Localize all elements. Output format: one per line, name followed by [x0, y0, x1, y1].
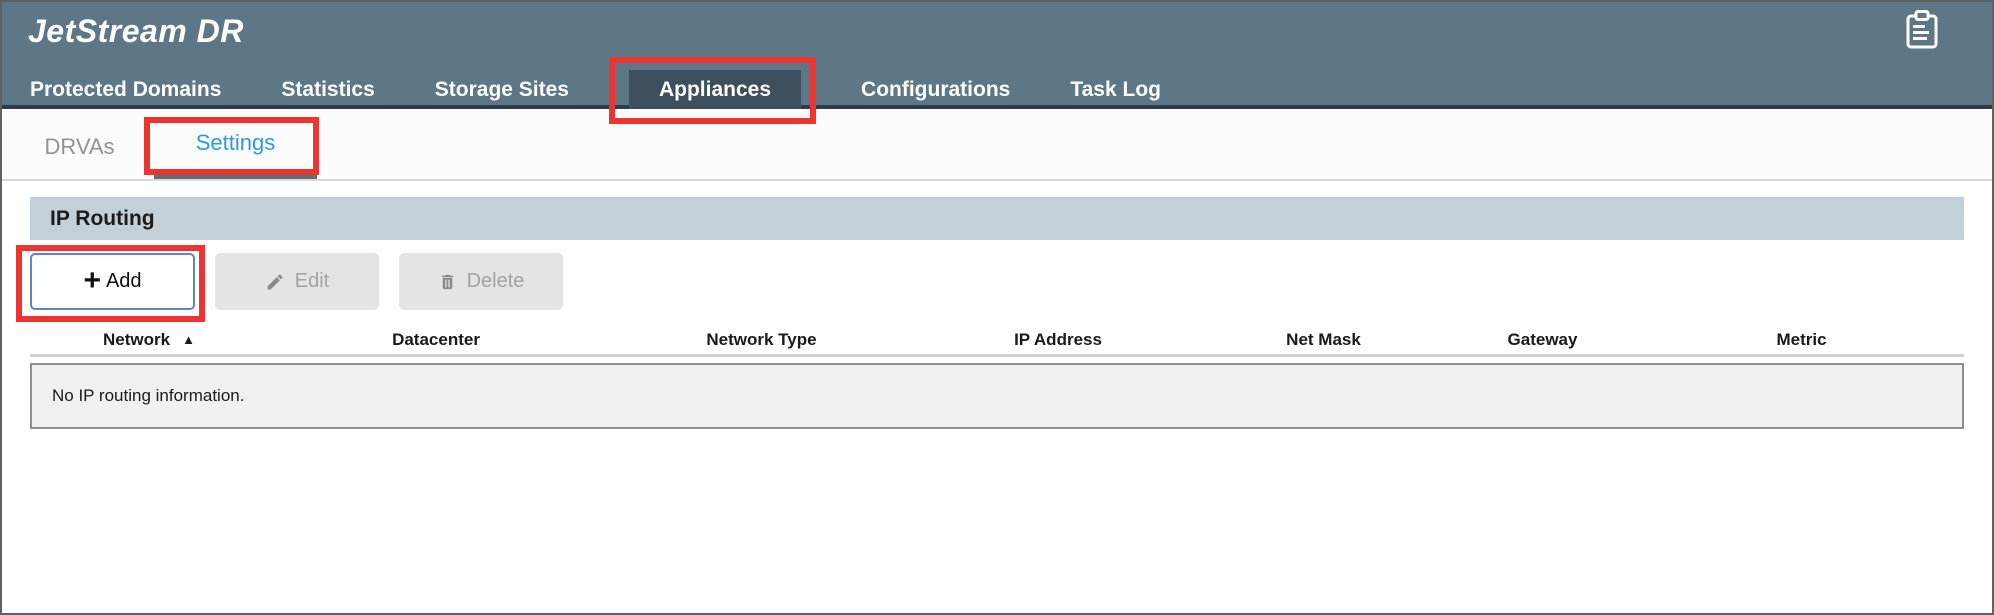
column-header-net-mask[interactable]: Net Mask	[1197, 330, 1450, 350]
app-window: JetStream DR Protected Domains Statistic…	[0, 0, 1994, 615]
content-area: IP Routing + Add Edit	[30, 197, 1964, 429]
add-button[interactable]: + Add	[30, 253, 195, 310]
section-header-ip-routing: IP Routing	[30, 197, 1964, 240]
section-title: IP Routing	[50, 207, 155, 230]
column-header-ip-address[interactable]: IP Address	[919, 330, 1197, 350]
column-header-datacenter[interactable]: Datacenter	[268, 330, 604, 350]
clipboard-icon[interactable]	[1904, 10, 1940, 50]
column-label: Metric	[1776, 330, 1826, 350]
column-label: Datacenter	[392, 330, 480, 350]
column-label: Net Mask	[1286, 330, 1361, 350]
sort-ascending-icon: ▲	[182, 332, 195, 347]
empty-state-message: No IP routing information.	[52, 386, 244, 406]
nav-label: Statistics	[281, 78, 374, 102]
column-label: Gateway	[1508, 330, 1578, 350]
app-header: JetStream DR Protected Domains Statistic…	[2, 2, 1992, 109]
subtab-bar: DRVAs Settings	[2, 109, 1992, 181]
main-nav: Protected Domains Statistics Storage Sit…	[2, 70, 1992, 109]
column-label: IP Address	[1014, 330, 1102, 350]
nav-item-task-log[interactable]: Task Log	[1070, 70, 1161, 109]
column-header-metric[interactable]: Metric	[1635, 330, 1968, 350]
nav-label: Storage Sites	[435, 78, 569, 102]
trash-icon	[438, 272, 457, 292]
add-button-label: Add	[106, 270, 142, 293]
pencil-icon	[265, 272, 285, 292]
plus-icon: +	[83, 266, 101, 296]
ip-routing-toolbar: + Add Edit	[30, 253, 1964, 310]
tab-drvas[interactable]: DRVAs	[22, 109, 137, 179]
tab-label: Settings	[196, 130, 276, 156]
nav-label: Protected Domains	[30, 78, 221, 102]
app-logo: JetStream DR	[28, 13, 244, 50]
nav-label: Task Log	[1070, 78, 1161, 102]
tab-settings[interactable]: Settings	[154, 109, 317, 179]
delete-button-label: Delete	[467, 270, 525, 293]
edit-button[interactable]: Edit	[215, 253, 379, 310]
column-header-gateway[interactable]: Gateway	[1450, 330, 1635, 350]
column-header-network[interactable]: Network ▲	[30, 330, 268, 350]
nav-item-protected-domains[interactable]: Protected Domains	[30, 70, 221, 109]
edit-button-label: Edit	[295, 270, 329, 293]
column-header-network-type[interactable]: Network Type	[604, 330, 919, 350]
ip-routing-table-header: Network ▲ Datacenter Network Type IP Add…	[30, 325, 1964, 357]
nav-label: Appliances	[659, 78, 771, 102]
clipboard-icon-svg	[1904, 10, 1940, 50]
nav-label: Configurations	[861, 78, 1010, 102]
nav-item-storage-sites[interactable]: Storage Sites	[435, 70, 569, 109]
table-empty-state: No IP routing information.	[30, 363, 1964, 429]
column-label: Network Type	[706, 330, 816, 350]
nav-item-appliances[interactable]: Appliances	[629, 70, 801, 109]
nav-item-statistics[interactable]: Statistics	[281, 70, 374, 109]
column-label: Network	[103, 330, 170, 350]
nav-item-configurations[interactable]: Configurations	[861, 70, 1010, 109]
tab-label: DRVAs	[44, 134, 114, 160]
delete-button[interactable]: Delete	[399, 253, 563, 310]
